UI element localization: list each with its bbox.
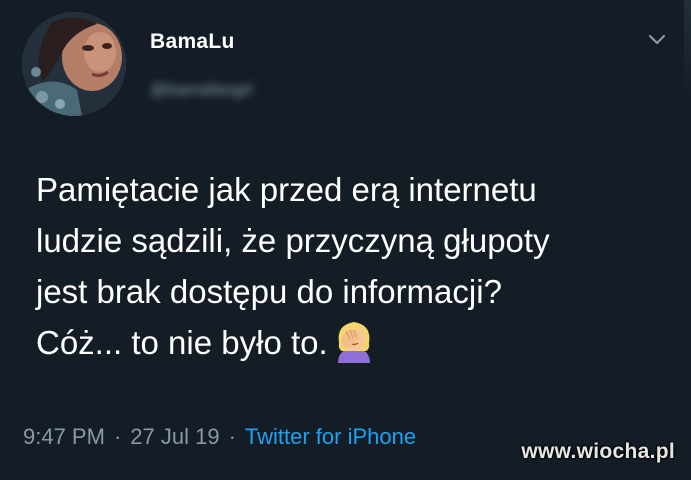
avatar[interactable] xyxy=(22,12,126,116)
tweet-line: jest brak dostępu do informacji? xyxy=(36,273,502,310)
source-link[interactable]: Twitter for iPhone xyxy=(245,424,416,449)
tweet-line: Pamiętacie jak przed erą internetu xyxy=(36,171,537,208)
display-name[interactable]: BamaLu xyxy=(150,30,235,54)
tweet-time[interactable]: 9:47 PM xyxy=(23,424,105,449)
scrollbar[interactable] xyxy=(684,0,691,100)
watermark: www.wiocha.pl xyxy=(521,440,675,463)
tweet-text: Pamiętacie jak przed erą internetu ludzi… xyxy=(36,164,656,369)
separator-dot: · xyxy=(113,424,122,449)
separator-dot: · xyxy=(228,424,236,449)
tweet-card: BamaLu @bamafangrl Pamiętacie jak przed … xyxy=(0,0,691,480)
chevron-down-icon[interactable] xyxy=(644,26,670,52)
tweet-date[interactable]: 27 Jul 19 xyxy=(130,424,219,449)
tweet-line-last: Cóż... to nie było to. xyxy=(36,317,656,369)
tweet-line: ludzie sądzili, że przyczyną głupoty xyxy=(36,222,550,259)
avatar-image xyxy=(22,12,126,116)
woman-facepalming-icon xyxy=(332,317,376,365)
user-handle[interactable]: @bamafangrl xyxy=(150,80,252,100)
tweet-line: Cóż... to nie było to. xyxy=(36,324,328,361)
tweet-meta: 9:47 PM · 27 Jul 19 · Twitter for iPhone xyxy=(23,424,416,450)
